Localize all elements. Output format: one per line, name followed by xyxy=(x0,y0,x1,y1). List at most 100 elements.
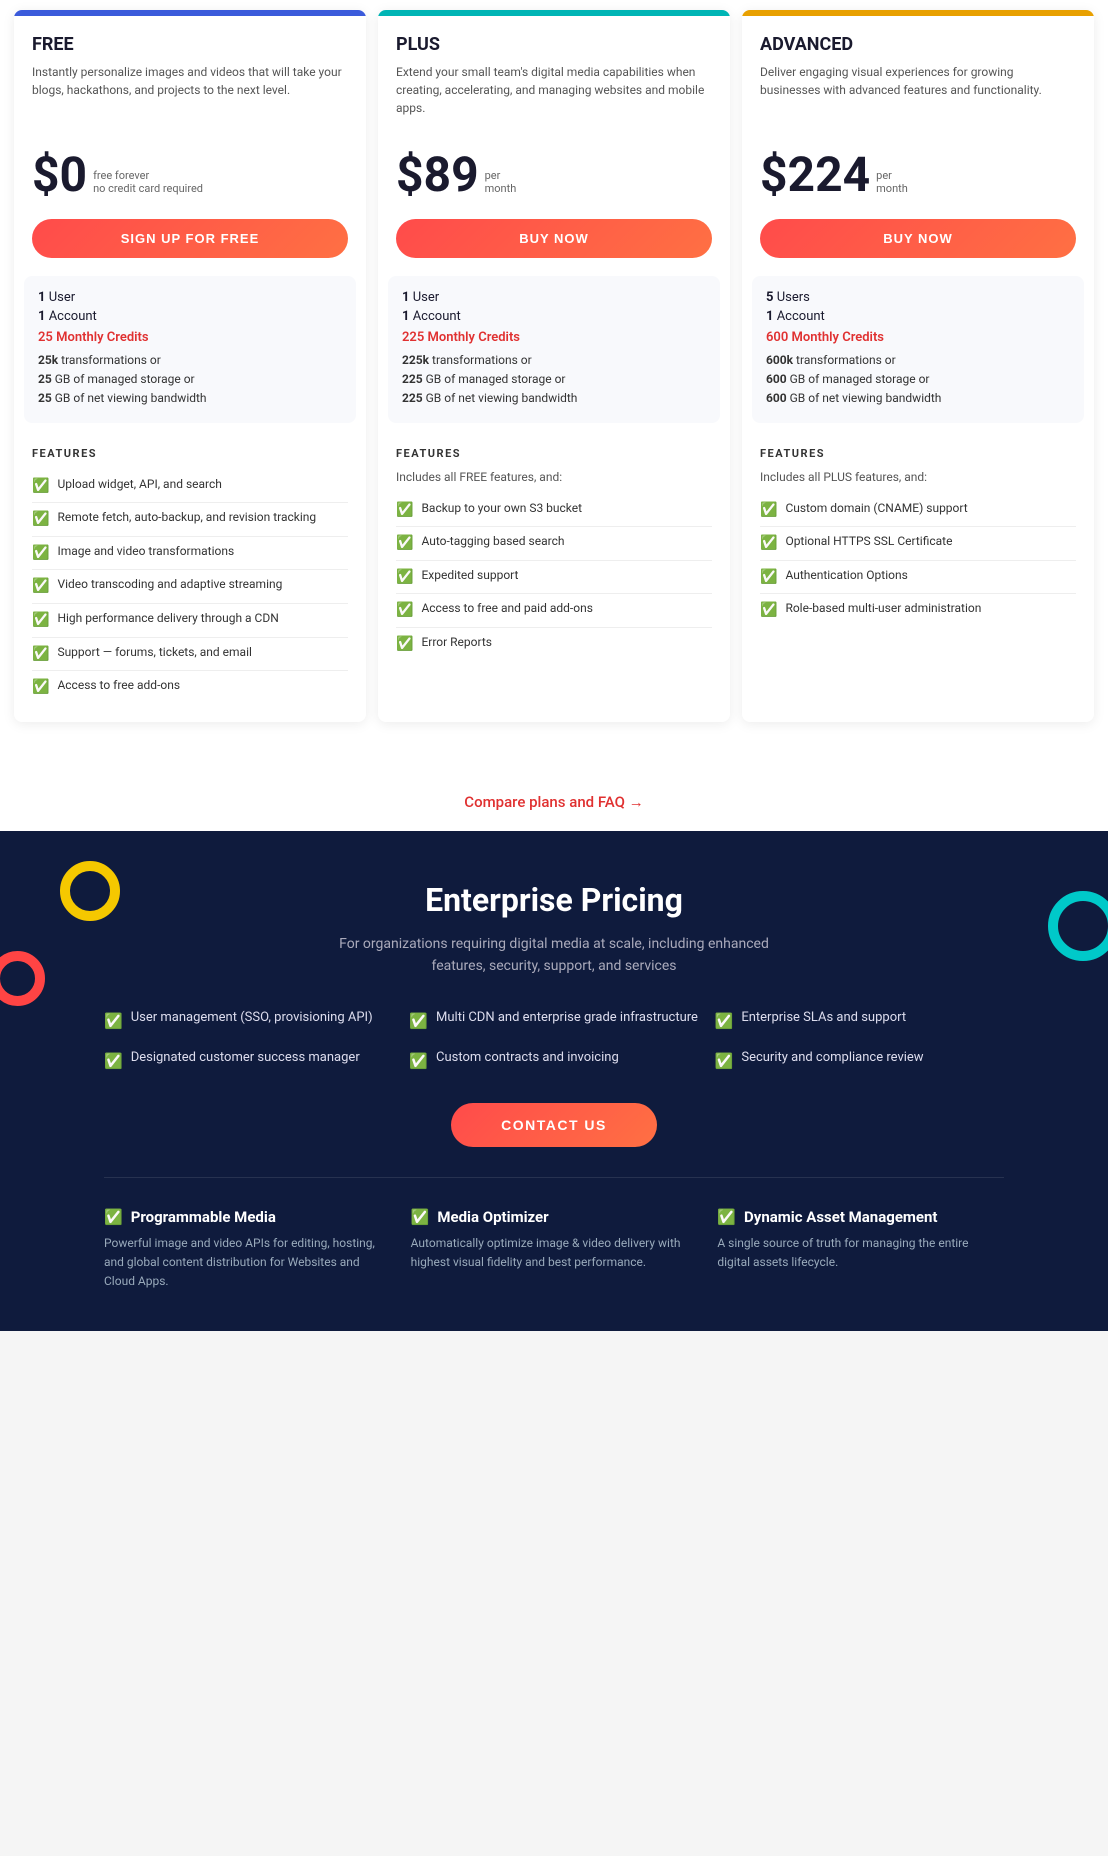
plans-section: FREE Instantly personalize images and vi… xyxy=(0,0,1108,762)
enterprise-features-grid: ✅User management (SSO, provisioning API)… xyxy=(104,1008,1004,1073)
feature-item: ✅ Error Reports xyxy=(396,628,712,661)
feature-item: ✅ Video transcoding and adaptive streami… xyxy=(32,570,348,604)
features-includes: Includes all PLUS features, and: xyxy=(760,470,1076,484)
product-description: Automatically optimize image & video del… xyxy=(411,1234,698,1272)
product-header: ✅ Dynamic Asset Management xyxy=(717,1208,1004,1226)
feature-item: ✅ High performance delivery through a CD… xyxy=(32,604,348,638)
enterprise-feature-item: ✅Designated customer success manager xyxy=(104,1048,393,1073)
check-icon: ✅ xyxy=(760,601,777,621)
plan-users: 1 User xyxy=(38,290,342,305)
product-description: Powerful image and video APIs for editin… xyxy=(104,1234,391,1292)
check-icon: ✅ xyxy=(104,1208,123,1226)
plan-price-section: $224 permonth xyxy=(742,135,1094,215)
feature-item: ✅ Access to free and paid add-ons xyxy=(396,594,712,628)
plans-grid: FREE Instantly personalize images and vi… xyxy=(14,0,1094,722)
feature-item: ✅ Optional HTTPS SSL Certificate xyxy=(760,527,1076,561)
features-title: FEATURES xyxy=(760,447,1076,460)
check-icon: ✅ xyxy=(396,568,413,588)
enterprise-section: Enterprise Pricing For organizations req… xyxy=(0,831,1108,1331)
plan-credits: 25 Monthly Credits xyxy=(38,330,342,345)
product-name: Programmable Media xyxy=(131,1208,276,1226)
check-icon: ✅ xyxy=(717,1208,736,1226)
plan-features-section: FEATURES ✅ Upload widget, API, and searc… xyxy=(14,433,366,722)
plan-header: FREE Instantly personalize images and vi… xyxy=(14,16,366,135)
deco-red-circle xyxy=(0,951,45,1006)
feature-item: ✅ Authentication Options xyxy=(760,561,1076,595)
plan-credits-description: 600k transformations or 600 GB of manage… xyxy=(766,351,1070,409)
enterprise-description: For organizations requiring digital medi… xyxy=(314,933,794,978)
plan-credits: 600 Monthly Credits xyxy=(766,330,1070,345)
plan-details: 1 User 1 Account 225 Monthly Credits 225… xyxy=(388,276,720,423)
plan-name: FREE xyxy=(32,34,348,55)
feature-item: ✅ Backup to your own S3 bucket xyxy=(396,494,712,528)
feature-item: ✅ Custom domain (CNAME) support xyxy=(760,494,1076,528)
plan-features-section: FEATURES Includes all PLUS features, and… xyxy=(742,433,1094,722)
features-title: FEATURES xyxy=(396,447,712,460)
compare-link[interactable]: Compare plans and FAQ → xyxy=(464,793,643,811)
check-icon: ✅ xyxy=(32,577,49,597)
enterprise-title: Enterprise Pricing xyxy=(20,881,1088,919)
product-header: ✅ Media Optimizer xyxy=(411,1208,698,1226)
plan-price-section: $89 permonth xyxy=(378,135,730,215)
plan-account: 1 Account xyxy=(766,309,1070,324)
features-includes: Includes all FREE features, and: xyxy=(396,470,712,484)
feature-item: ✅ Access to free add-ons xyxy=(32,671,348,704)
enterprise-feature-item: ✅Enterprise SLAs and support xyxy=(715,1008,1004,1033)
plan-header: ADVANCED Deliver engaging visual experie… xyxy=(742,16,1094,135)
enterprise-feature-item: ✅Security and compliance review xyxy=(715,1048,1004,1073)
plan-name: PLUS xyxy=(396,34,712,55)
check-icon: ✅ xyxy=(32,510,49,530)
plan-description: Instantly personalize images and videos … xyxy=(32,63,348,123)
product-item: ✅ Media Optimizer Automatically optimize… xyxy=(411,1208,698,1292)
plan-users: 5 Users xyxy=(766,290,1070,305)
plan-card-free: FREE Instantly personalize images and vi… xyxy=(14,10,366,722)
plan-account: 1 Account xyxy=(402,309,706,324)
check-icon: ✅ xyxy=(32,611,49,631)
contact-button-section: CONTACT US xyxy=(20,1103,1088,1147)
feature-item: ✅ Support — forums, tickets, and email xyxy=(32,638,348,672)
feature-item: ✅ Upload widget, API, and search xyxy=(32,470,348,504)
contact-us-button[interactable]: CONTACT US xyxy=(451,1103,657,1147)
check-icon: ✅ xyxy=(396,534,413,554)
bottom-products-grid: ✅ Programmable Media Powerful image and … xyxy=(104,1177,1004,1292)
enterprise-feature-item: ✅Multi CDN and enterprise grade infrastr… xyxy=(409,1008,698,1033)
enterprise-feature-item: ✅User management (SSO, provisioning API) xyxy=(104,1008,393,1033)
plan-card-advanced: ADVANCED Deliver engaging visual experie… xyxy=(742,10,1094,722)
check-icon: ✅ xyxy=(32,477,49,497)
plan-header: PLUS Extend your small team's digital me… xyxy=(378,16,730,135)
plan-cta-button[interactable]: BUY NOW xyxy=(760,219,1076,258)
plan-details: 1 User 1 Account 25 Monthly Credits 25k … xyxy=(24,276,356,423)
check-icon: ✅ xyxy=(396,601,413,621)
product-item: ✅ Programmable Media Powerful image and … xyxy=(104,1208,391,1292)
product-name: Media Optimizer xyxy=(437,1208,548,1226)
product-header: ✅ Programmable Media xyxy=(104,1208,391,1226)
plan-name: ADVANCED xyxy=(760,34,1076,55)
check-icon: ✅ xyxy=(396,501,413,521)
check-icon: ✅ xyxy=(32,645,49,665)
feature-item: ✅ Expedited support xyxy=(396,561,712,595)
plan-price: $0 xyxy=(32,151,87,199)
plan-cta-button[interactable]: BUY NOW xyxy=(396,219,712,258)
plan-credits-description: 25k transformations or 25 GB of managed … xyxy=(38,351,342,409)
feature-item: ✅ Role-based multi-user administration xyxy=(760,594,1076,627)
plan-cta-button[interactable]: SIGN UP FOR FREE xyxy=(32,219,348,258)
compare-link-section: Compare plans and FAQ → xyxy=(0,762,1108,831)
plan-account: 1 Account xyxy=(38,309,342,324)
feature-item: ✅ Image and video transformations xyxy=(32,537,348,571)
plan-description: Extend your small team's digital media c… xyxy=(396,63,712,123)
check-icon: ✅ xyxy=(104,1010,123,1033)
check-icon: ✅ xyxy=(32,678,49,698)
plan-card-plus: PLUS Extend your small team's digital me… xyxy=(378,10,730,722)
check-icon: ✅ xyxy=(409,1010,428,1033)
plan-description: Deliver engaging visual experiences for … xyxy=(760,63,1076,123)
check-icon: ✅ xyxy=(760,568,777,588)
product-item: ✅ Dynamic Asset Management A single sour… xyxy=(717,1208,1004,1292)
check-icon: ✅ xyxy=(396,635,413,655)
check-icon: ✅ xyxy=(411,1208,430,1226)
check-icon: ✅ xyxy=(715,1010,734,1033)
features-title: FEATURES xyxy=(32,447,348,460)
plan-price: $224 xyxy=(760,151,870,199)
feature-item: ✅ Remote fetch, auto-backup, and revisio… xyxy=(32,503,348,537)
check-icon: ✅ xyxy=(760,501,777,521)
check-icon: ✅ xyxy=(715,1050,734,1073)
